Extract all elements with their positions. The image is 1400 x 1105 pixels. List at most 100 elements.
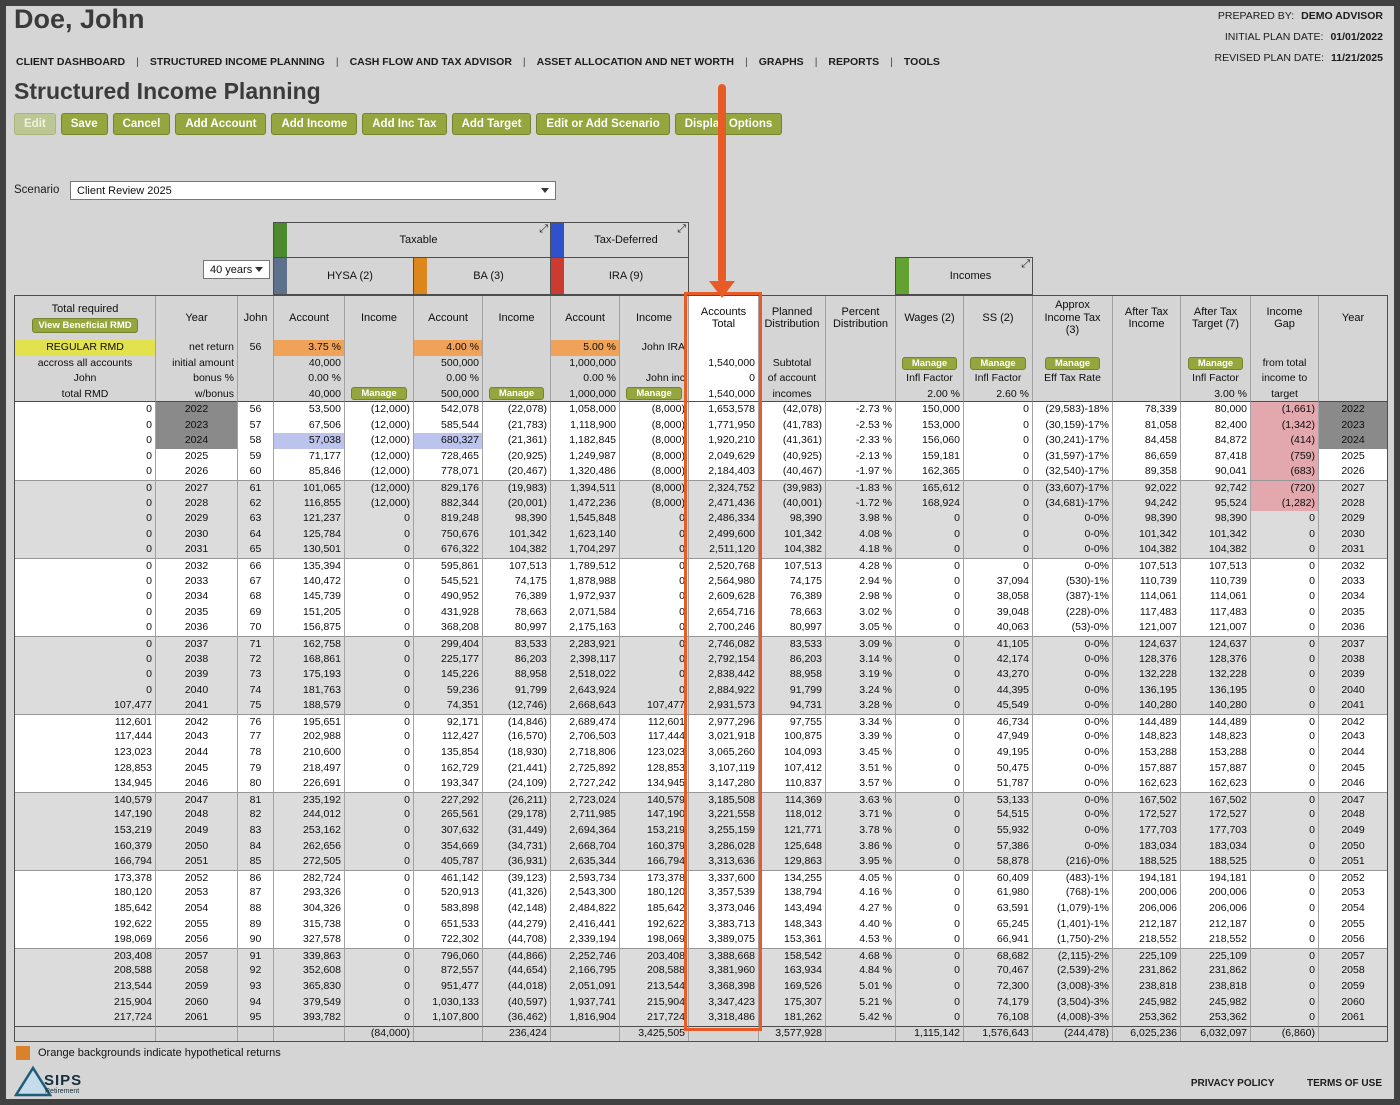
nav-item-reports[interactable]: REPORTS <box>804 56 880 68</box>
manage-button[interactable]: Manage <box>970 356 1026 370</box>
cell-ss: 0 <box>964 511 1033 527</box>
expand-icon[interactable]: ⤢ <box>677 223 686 235</box>
nav-item-structured-income-planning[interactable]: STRUCTURED INCOME PLANNING <box>125 56 325 68</box>
cell-after-tax-income: 153,288 <box>1113 745 1181 761</box>
cell-total-required: 117,444 <box>15 729 156 746</box>
cell-after-tax-target: After Tax Target (7) <box>1181 296 1251 340</box>
manage-button[interactable]: Manage <box>901 356 958 370</box>
cell-ira-account: 1,972,937 <box>551 589 620 605</box>
cell-hysa-income: (12,000) <box>345 433 414 449</box>
revised-plan-date-label: REVISED PLAN DATE: <box>1214 52 1325 64</box>
cell-year-right: 2022 <box>1319 402 1387 418</box>
cell-hysa-account: 244,012 <box>274 807 345 824</box>
add-target-button[interactable]: Add Target <box>451 113 532 135</box>
cell-ba-income: 107,513 <box>483 557 551 574</box>
cancel-button[interactable]: Cancel <box>112 113 171 135</box>
add-account-button[interactable]: Add Account <box>175 113 267 135</box>
cell-approx-income-tax: (387)-1% <box>1033 589 1113 605</box>
manage-button[interactable]: Manage <box>1187 356 1244 370</box>
cell-wages: 0 <box>896 604 964 621</box>
cell-approx-income-tax: (4,008)-3% <box>1033 1010 1113 1026</box>
display-options-button[interactable]: Display Options <box>674 113 783 135</box>
cell-wages: 0 <box>896 620 964 636</box>
cell-approx-income-tax: (30,159)-17% <box>1033 417 1113 434</box>
cell-accounts-total: 2,792,154 <box>689 651 759 668</box>
cell-ba-account: 796,060 <box>414 947 483 964</box>
cell-ss: SS (2) <box>964 296 1033 340</box>
cell-planned-distribution: 86,203 <box>759 651 826 668</box>
cell-year-right: 2033 <box>1319 573 1387 590</box>
nav-item-graphs[interactable]: GRAPHS <box>734 56 804 68</box>
cell-approx-income-tax: (483)-1% <box>1033 869 1113 886</box>
cell-ba-account: 299,404 <box>414 635 483 652</box>
cell-income-gap: 0 <box>1251 963 1319 979</box>
cell-percent-distribution <box>826 371 896 387</box>
table-row: 215,904 2060 94 379,549 0 1,030,133 (40,597) 1,… <box>15 994 1387 1011</box>
cell-year-right: 2042 <box>1319 713 1387 730</box>
manage-button[interactable]: Manage <box>626 387 682 401</box>
table-row: 160,379 2050 84 262,656 0 354,669 (34,731) 2,66… <box>15 838 1387 855</box>
view-beneficial-rmd-button[interactable]: View Beneficial RMD <box>32 318 138 334</box>
cell-ss: 0 <box>964 464 1033 480</box>
cell-income-gap: 0 <box>1251 526 1319 543</box>
cell-income-gap: (759) <box>1251 448 1319 465</box>
cell-total-required: 0 <box>15 417 156 434</box>
cell-ira-income: 180,120 <box>620 885 689 901</box>
edit-button[interactable]: Edit <box>14 113 56 135</box>
cell-approx-income-tax: (216)-0% <box>1033 854 1113 870</box>
add-income-button[interactable]: Add Income <box>271 113 358 135</box>
cell-age: 68 <box>238 589 274 605</box>
nav-item-cash-flow-and-tax-advisor[interactable]: CASH FLOW AND TAX ADVISOR <box>325 56 512 68</box>
cell-ira-account: 2,051,091 <box>551 978 620 995</box>
cell-hysa-income: (12,000) <box>345 479 414 496</box>
cell-percent-distribution: 3.39 % <box>826 729 896 746</box>
manage-button[interactable]: Manage <box>488 387 545 401</box>
cell-after-tax-target: 212,187 <box>1181 916 1251 933</box>
cell-ira-account: 2,694,364 <box>551 823 620 839</box>
cell-accounts-total: 3,388,668 <box>689 947 759 964</box>
cell-ba-account: 676,322 <box>414 542 483 558</box>
cell-ss: 0 <box>964 433 1033 449</box>
cell-planned-distribution: 94,731 <box>759 698 826 714</box>
cell-ss: 66,941 <box>964 932 1033 948</box>
nav-item-asset-allocation-and-net-worth[interactable]: ASSET ALLOCATION AND NET WORTH <box>512 56 734 68</box>
cell-ira-account: 2,593,734 <box>551 869 620 886</box>
cell-ira-account: 1,249,987 <box>551 448 620 465</box>
planning-horizon-select[interactable]: 40 years <box>203 260 270 279</box>
cell-hysa-account: 162,758 <box>274 635 345 652</box>
cell-ba-account: 265,561 <box>414 807 483 824</box>
expand-icon[interactable]: ⤢ <box>1021 258 1030 270</box>
cell-age: 94 <box>238 994 274 1011</box>
group-incomes-label: Incomes <box>949 270 992 282</box>
cell-year-right <box>1319 356 1387 372</box>
cell-year-right <box>1319 1025 1387 1041</box>
scenario-select[interactable]: Client Review 2025 <box>70 181 556 200</box>
cell-income-gap: 0 <box>1251 932 1319 948</box>
expand-icon[interactable]: ⤢ <box>539 223 548 235</box>
cell-age: 82 <box>238 807 274 824</box>
planning-table: Total required View Beneficial RMD Year Joh… <box>14 295 1388 1042</box>
manage-button[interactable]: Manage <box>351 387 407 401</box>
cell-percent-distribution: 5.01 % <box>826 978 896 995</box>
nav-item-client-dashboard[interactable]: CLIENT DASHBOARD <box>16 56 125 68</box>
terms-of-use-link[interactable]: TERMS OF USE <box>1307 1078 1382 1089</box>
cell-after-tax-income: 81,058 <box>1113 417 1181 434</box>
cell-year-right: 2051 <box>1319 854 1387 870</box>
cell-after-tax-income: 188,525 <box>1113 854 1181 870</box>
cell-income-gap: 0 <box>1251 916 1319 933</box>
save-button[interactable]: Save <box>60 113 108 135</box>
cell-ba-account: 520,913 <box>414 885 483 901</box>
table-row: accross all accounts initial amount 40,000… <box>15 355 1387 372</box>
privacy-policy-link[interactable]: PRIVACY POLICY <box>1191 1078 1274 1089</box>
cell-ba-account: 542,078 <box>414 402 483 418</box>
cell-ss: 44,395 <box>964 682 1033 699</box>
cell-after-tax-income: 110,739 <box>1113 573 1181 590</box>
cell-approx-income-tax: (33,607)-17% <box>1033 479 1113 496</box>
add-inc-tax-button[interactable]: Add Inc Tax <box>362 113 447 135</box>
cell-year-right: Year <box>1319 296 1387 340</box>
manage-button[interactable]: Manage <box>1044 356 1101 370</box>
cell-hysa-account: 67,506 <box>274 417 345 434</box>
cell-income-gap: 0 <box>1251 604 1319 621</box>
nav-item-tools[interactable]: TOOLS <box>879 56 940 68</box>
edit-or-add-scenario-button[interactable]: Edit or Add Scenario <box>536 113 670 135</box>
